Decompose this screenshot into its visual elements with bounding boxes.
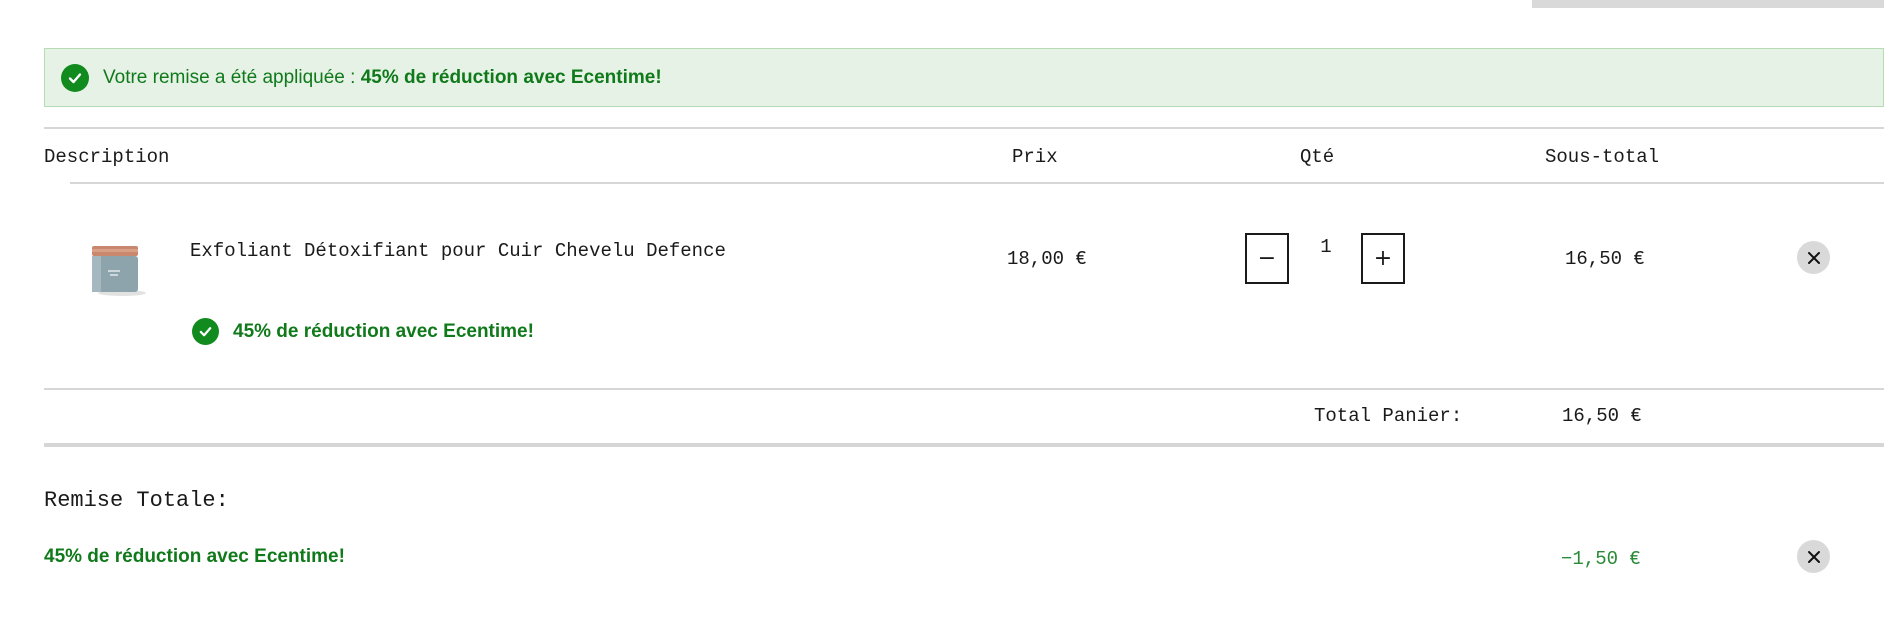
quantity-increment-button[interactable]: + xyxy=(1361,233,1405,284)
check-circle-icon xyxy=(192,318,219,345)
cart-total-value: 16,50 € xyxy=(1562,405,1642,427)
discount-name: 45% de réduction avec Ecentime! xyxy=(44,546,345,567)
remove-item-button[interactable] xyxy=(1797,241,1830,274)
remove-discount-button[interactable] xyxy=(1797,540,1830,573)
header-divider xyxy=(70,182,1884,184)
notice-prefix: Votre remise a été appliquée : xyxy=(103,66,361,88)
cart-total-label: Total Panier: xyxy=(1314,405,1463,427)
row-divider xyxy=(44,388,1884,390)
quantity-value[interactable]: 1 xyxy=(1310,236,1342,258)
item-promo: 45% de réduction avec Ecentime! xyxy=(192,318,534,345)
header-qty: Qté xyxy=(1300,146,1335,168)
header-price: Prix xyxy=(1012,146,1058,168)
header-description: Description xyxy=(44,146,170,168)
discount-total-title: Remise Totale: xyxy=(44,488,229,513)
table-top-divider xyxy=(44,127,1884,129)
discount-applied-notice: Votre remise a été appliquée : 45% de ré… xyxy=(44,48,1884,107)
product-name[interactable]: Exfoliant Détoxifiant pour Cuir Chevelu … xyxy=(190,240,726,262)
discount-amount: −1,50 € xyxy=(1561,548,1641,570)
check-circle-icon xyxy=(61,63,89,92)
top-action-bar[interactable] xyxy=(1532,0,1884,8)
item-subtotal: 16,50 € xyxy=(1565,248,1645,270)
header-subtotal: Sous-total xyxy=(1545,146,1660,168)
total-divider xyxy=(44,443,1884,447)
notice-text: Votre remise a été appliquée : 45% de ré… xyxy=(103,67,662,89)
quantity-decrement-button[interactable]: − xyxy=(1245,233,1289,284)
notice-highlight: 45% de réduction avec Ecentime! xyxy=(360,66,662,88)
product-image[interactable] xyxy=(88,240,150,298)
close-icon xyxy=(1807,251,1820,264)
close-icon xyxy=(1807,550,1820,563)
item-price: 18,00 € xyxy=(1007,248,1087,270)
item-promo-label: 45% de réduction avec Ecentime! xyxy=(233,320,534,342)
